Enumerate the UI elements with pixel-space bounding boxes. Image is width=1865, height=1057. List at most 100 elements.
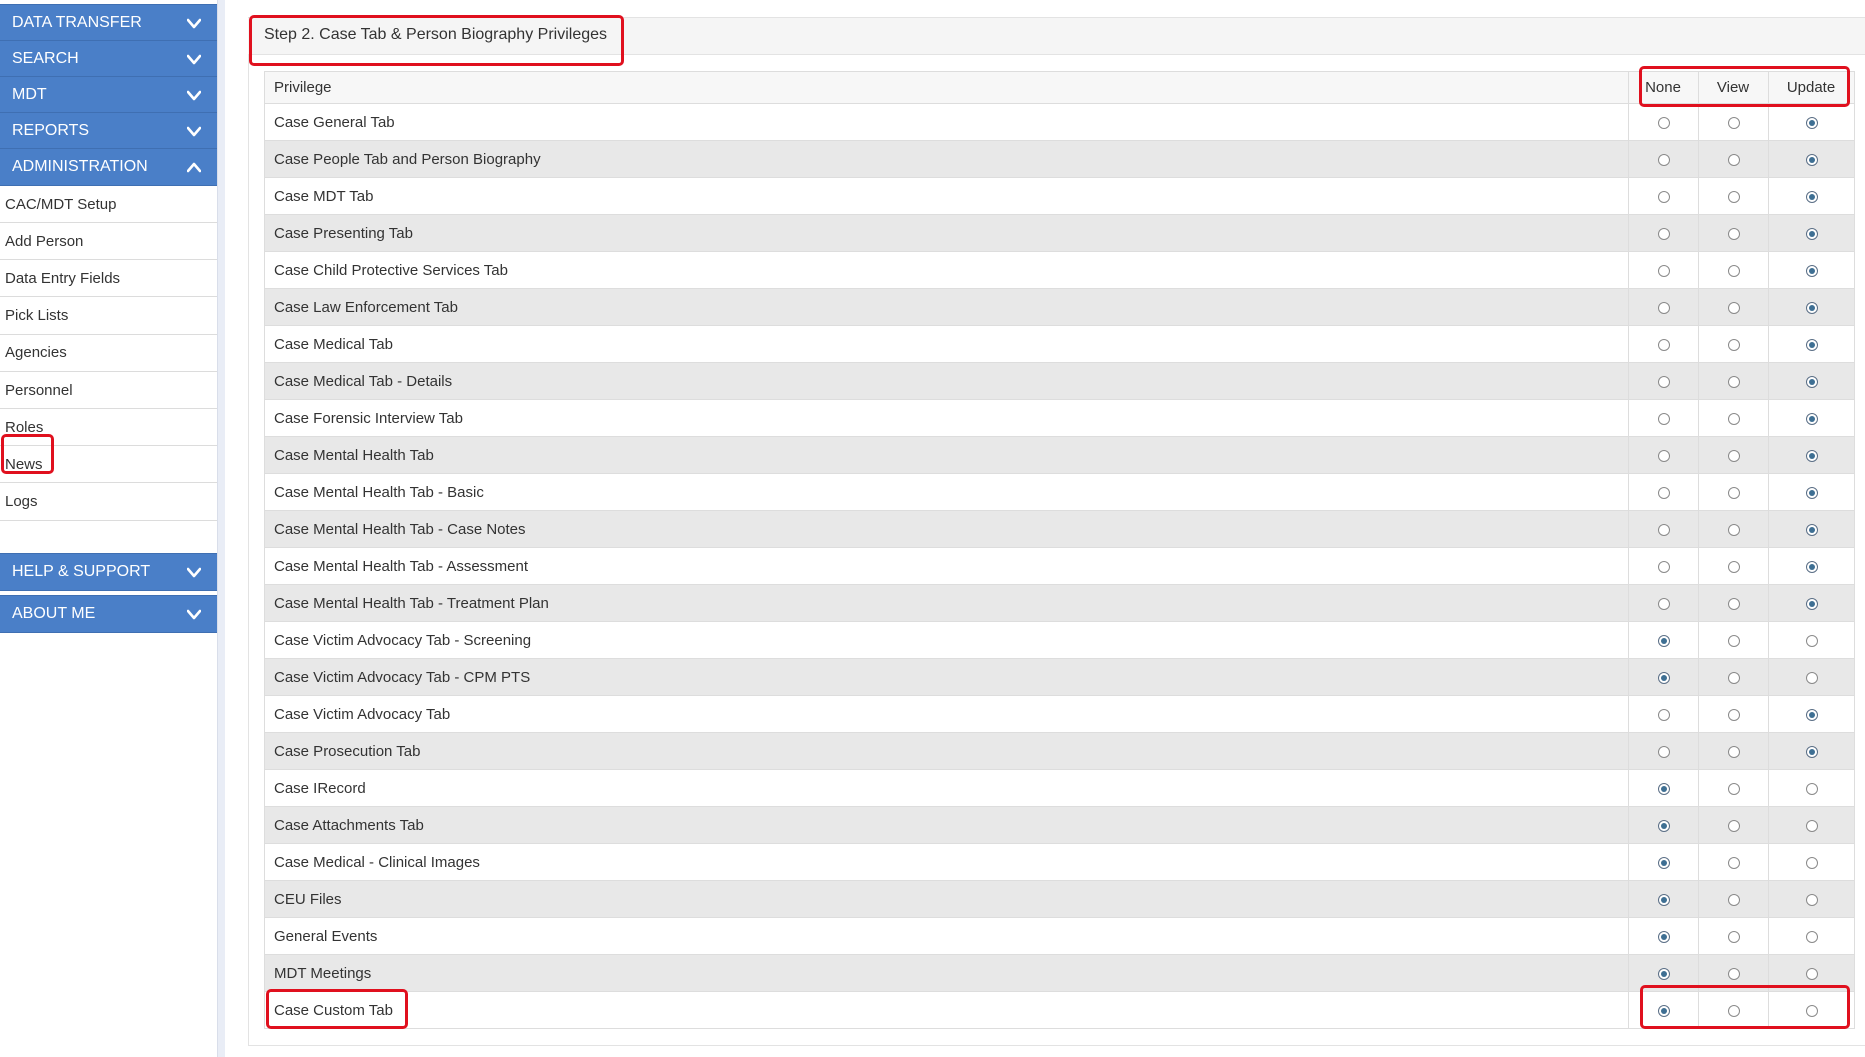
radio-none[interactable] [1657,634,1670,647]
sidebar-item-personnel[interactable]: Personnel [0,372,217,409]
radio-update[interactable] [1805,1004,1818,1017]
radio-update[interactable] [1805,338,1818,351]
radio-view[interactable] [1727,412,1740,425]
sidebar-item-pick-lists[interactable]: Pick Lists [0,297,217,335]
radio-none[interactable] [1657,523,1670,536]
sidebar-item-data-entry-fields[interactable]: Data Entry Fields [0,260,217,298]
radio-none[interactable] [1657,264,1670,277]
sidebar-item-agencies[interactable]: Agencies [0,334,217,372]
radio-update[interactable] [1805,708,1818,721]
nav-section-label: DATA TRANSFER [12,14,142,31]
table-row: Case General Tab [264,103,1855,141]
nav-section-reports[interactable]: REPORTS [0,112,217,150]
radio-update[interactable] [1805,116,1818,129]
radio-view[interactable] [1727,671,1740,684]
sidebar-item-news[interactable]: News [0,446,217,484]
nav-section-help-support[interactable]: HELP & SUPPORT [0,553,217,591]
radio-view[interactable] [1727,1004,1740,1017]
radio-update[interactable] [1805,819,1818,832]
nav-section-about-me[interactable]: ABOUT ME [0,595,217,633]
radio-update[interactable] [1805,634,1818,647]
radio-view[interactable] [1727,967,1740,980]
sidebar-item-cac-mdt-setup[interactable]: CAC/MDT Setup [0,186,217,223]
cell-update [1768,436,1855,474]
cell-view [1698,325,1769,363]
radio-none[interactable] [1657,1004,1670,1017]
radio-none[interactable] [1657,819,1670,832]
radio-none[interactable] [1657,486,1670,499]
radio-update[interactable] [1805,301,1818,314]
radio-view[interactable] [1727,856,1740,869]
radio-none[interactable] [1657,153,1670,166]
radio-update[interactable] [1805,560,1818,573]
radio-update[interactable] [1805,449,1818,462]
radio-view[interactable] [1727,782,1740,795]
radio-none[interactable] [1657,671,1670,684]
radio-none[interactable] [1657,560,1670,573]
radio-view[interactable] [1727,930,1740,943]
privilege-label: Case Mental Health Tab [264,436,1629,474]
nav-section-data-transfer[interactable]: DATA TRANSFER [0,4,217,42]
radio-view[interactable] [1727,819,1740,832]
radio-view[interactable] [1727,264,1740,277]
radio-none[interactable] [1657,190,1670,203]
radio-view[interactable] [1727,375,1740,388]
radio-view[interactable] [1727,745,1740,758]
radio-update[interactable] [1805,967,1818,980]
radio-view[interactable] [1727,301,1740,314]
radio-view[interactable] [1727,486,1740,499]
radio-none[interactable] [1657,745,1670,758]
radio-none[interactable] [1657,338,1670,351]
radio-update[interactable] [1805,597,1818,610]
radio-update[interactable] [1805,930,1818,943]
radio-none[interactable] [1657,116,1670,129]
radio-view[interactable] [1727,893,1740,906]
radio-none[interactable] [1657,708,1670,721]
radio-update[interactable] [1805,153,1818,166]
sidebar-item-logs[interactable]: Logs [0,483,217,521]
sidebar-item-add-person[interactable]: Add Person [0,223,217,261]
radio-none[interactable] [1657,412,1670,425]
radio-update[interactable] [1805,486,1818,499]
radio-view[interactable] [1727,634,1740,647]
radio-view[interactable] [1727,449,1740,462]
radio-update[interactable] [1805,264,1818,277]
radio-none[interactable] [1657,449,1670,462]
radio-update[interactable] [1805,856,1818,869]
radio-update[interactable] [1805,523,1818,536]
radio-view[interactable] [1727,190,1740,203]
radio-view[interactable] [1727,116,1740,129]
radio-update[interactable] [1805,412,1818,425]
table-row: General Events [264,917,1855,955]
radio-none[interactable] [1657,227,1670,240]
radio-update[interactable] [1805,893,1818,906]
radio-none[interactable] [1657,301,1670,314]
column-header-update: Update [1768,71,1855,104]
privilege-label: Case Presenting Tab [264,214,1629,252]
radio-update[interactable] [1805,671,1818,684]
radio-update[interactable] [1805,745,1818,758]
radio-none[interactable] [1657,856,1670,869]
radio-view[interactable] [1727,597,1740,610]
radio-view[interactable] [1727,560,1740,573]
radio-view[interactable] [1727,153,1740,166]
nav-section-administration[interactable]: ADMINISTRATION [0,148,217,186]
radio-view[interactable] [1727,338,1740,351]
radio-none[interactable] [1657,375,1670,388]
radio-none[interactable] [1657,893,1670,906]
nav-section-mdt[interactable]: MDT [0,76,217,114]
radio-view[interactable] [1727,708,1740,721]
radio-update[interactable] [1805,190,1818,203]
radio-none[interactable] [1657,967,1670,980]
nav-section-search[interactable]: SEARCH [0,40,217,78]
radio-none[interactable] [1657,930,1670,943]
radio-none[interactable] [1657,597,1670,610]
radio-update[interactable] [1805,375,1818,388]
cell-view [1698,917,1769,955]
radio-update[interactable] [1805,782,1818,795]
radio-update[interactable] [1805,227,1818,240]
sidebar-item-roles[interactable]: Roles [0,409,217,447]
radio-none[interactable] [1657,782,1670,795]
radio-view[interactable] [1727,523,1740,536]
radio-view[interactable] [1727,227,1740,240]
